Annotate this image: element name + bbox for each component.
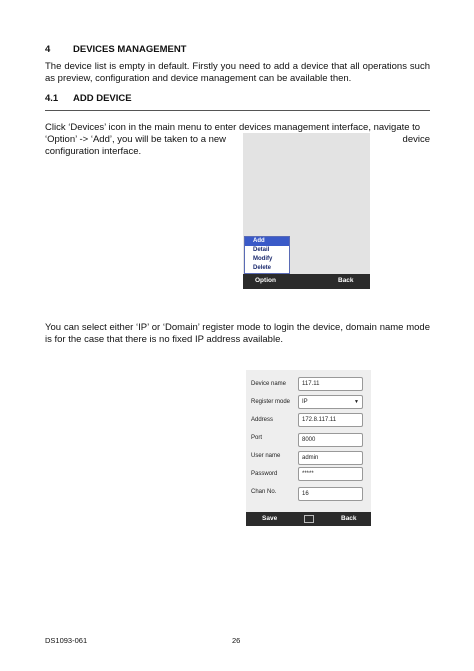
dropdown-arrow-icon: ▼ [354,399,359,405]
option-menu: Add Detail Modify Delete [244,236,290,274]
menu-item-add[interactable]: Add [245,237,289,246]
address-field[interactable]: 172.8.117.11 [298,413,363,427]
menu-item-modify[interactable]: Modify [245,255,289,264]
chan-no-label: Chan No. [251,489,277,495]
subsection-number: 4.1 [45,93,59,104]
section-number: 4 [45,44,51,55]
option-softkey[interactable]: Option [255,277,276,284]
register-mode-paragraph: You can select either ‘IP’ or ‘Domain’ r… [45,322,430,345]
add-line-1: Click ‘Devices’ icon in the main menu to… [45,122,421,133]
device-name-field[interactable]: 117.11 [298,377,363,391]
save-softkey[interactable]: Save [262,515,277,522]
intro-paragraph: The device list is empty in default. Fir… [45,61,430,84]
add-line-3: configuration interface. [45,146,142,157]
form-softkey-bar: Save Back [246,512,371,526]
footer-page-number: 26 [232,636,241,645]
form-row-chan-no: Chan No. 16 [246,485,371,502]
add-line-2-left: ‘Option’ -> ‘Add’, you will be taken to … [45,134,227,145]
form-row-device-name: Device name 117.11 [246,377,371,394]
password-field[interactable]: ***** [298,467,363,481]
form-row-user-name: User name admin [246,449,371,466]
user-name-label: User name [251,453,281,459]
register-mode-label: Register mode [251,399,291,405]
subsection-title: ADD DEVICE [73,93,132,104]
subsection-heading: 4.1 ADD DEVICE [45,93,430,111]
back-softkey[interactable]: Back [338,277,354,284]
section-title: DEVICES MANAGEMENT [73,44,187,55]
softkey-bar: Option Back [243,274,370,289]
menu-item-detail[interactable]: Detail [245,246,289,255]
menu-item-delete[interactable]: Delete [245,264,289,273]
add-device-paragraph: Click ‘Devices’ icon in the main menu to… [45,122,430,158]
keyboard-icon[interactable] [304,515,314,523]
form-row-register-mode: Register mode IP ▼ [246,395,371,412]
chan-no-field[interactable]: 16 [298,487,363,501]
port-field[interactable]: 8000 [298,433,363,447]
device-config-screenshot: Device name 117.11 Register mode IP ▼ Ad… [246,370,371,525]
form-back-softkey[interactable]: Back [341,515,357,522]
form-row-address: Address 172.8.117.11 [246,413,371,430]
register-mode-select[interactable]: IP ▼ [298,395,363,409]
password-label: Password [251,471,278,477]
form-row-port: Port 8000 [246,431,371,448]
add-line-2-right: device [402,134,430,145]
device-name-label: Device name [251,381,287,387]
port-label: Port [251,435,263,441]
user-name-field[interactable]: admin [298,451,363,465]
form-row-password: Password ***** [246,467,371,484]
register-mode-value: IP [302,399,308,405]
section-heading: 4 DEVICES MANAGEMENT [45,44,430,55]
footer-doc-id: DS1093-061 [45,636,88,645]
address-label: Address [251,417,274,423]
